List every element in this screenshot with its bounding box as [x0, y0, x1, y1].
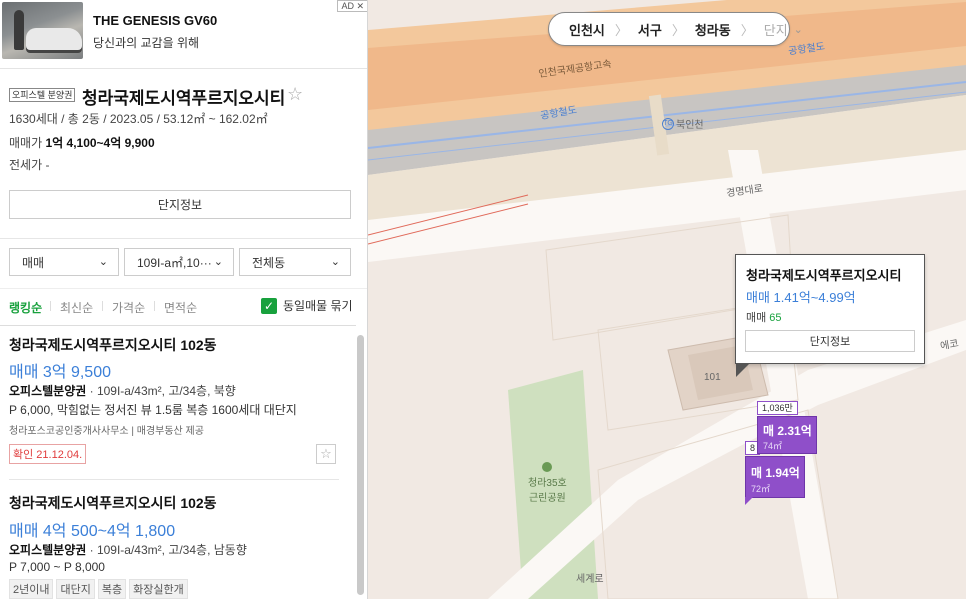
confirmed-date-badge: 확인 21.12.04.	[9, 444, 87, 464]
park-label: 청라35호 근린공원	[528, 462, 567, 504]
ad-banner[interactable]: THE GENESIS GV60 당신과의 교감을 위해 AD ✕	[0, 0, 367, 69]
deal-type-select[interactable]: 매매 ⌄	[9, 248, 119, 276]
listing-tags: 2년이내 대단지 복층 화장실한개	[9, 579, 188, 599]
chevron-down-icon[interactable]: ⌄	[794, 23, 803, 36]
road-label: 세계로	[576, 574, 604, 585]
listing-agent: 청라포스코공인중개사사무소 | 매경부동산 제공	[9, 426, 204, 437]
price-marker[interactable]: 8 매 1.94억 72㎡	[745, 441, 805, 505]
breadcrumb-complex[interactable]: 단지	[764, 20, 788, 39]
chevron-down-icon: ⌄	[213, 256, 223, 268]
marker-area: 74㎡	[763, 441, 783, 451]
listing-spec: 오피스텔분양권 · 109I-a/43m², 고/34층, 북향	[9, 382, 236, 399]
listing-spec: 오피스텔분양권 · 109I-a/43m², 고/34층, 남동향	[9, 541, 247, 558]
favorite-star-icon[interactable]: ☆	[287, 84, 303, 105]
complex-name: 청라국제도시역푸르지오시티	[82, 89, 286, 108]
sort-ranking[interactable]: 랭킹순	[9, 299, 42, 316]
popup-complex-info-button[interactable]: 단지정보	[745, 330, 915, 352]
area-value: 109I-a㎡,10···	[137, 255, 212, 270]
list-item[interactable]: 청라국제도시역푸르지오시티 102동 매매 3억 9,500 오피스텔분양권 ·…	[0, 326, 346, 476]
sale-price-range: 매매가 1억 4,100~4억 9,900	[9, 134, 155, 151]
listing-price: 매매 4억 500~4억 1,800	[9, 523, 176, 540]
listing-tag: 복층	[97, 579, 127, 599]
sale-price-label: 매매가	[9, 136, 46, 150]
group-same-listings-label: 동일매물 묶기	[283, 299, 353, 313]
listing-spec-detail: · 109I-a/43m², 고/34층, 북향	[86, 384, 236, 398]
sort-latest[interactable]: 최신순	[60, 299, 93, 316]
popup-count-value: 65	[769, 312, 782, 324]
filter-bar: 매매 ⌄ 109I-a㎡,10··· ⌄ 전체동 ⌄	[0, 238, 367, 288]
sort-area[interactable]: 면적순	[164, 299, 197, 316]
jeonse-price: 전세가 -	[9, 158, 50, 172]
marker-price: 매 2.31억	[763, 424, 812, 438]
breadcrumb-district[interactable]: 서구	[638, 20, 662, 39]
listing-title[interactable]: 청라국제도시역푸르지오시티 102동	[9, 493, 217, 513]
park-icon	[542, 462, 553, 472]
ad-subtitle[interactable]: 당신과의 교감을 위해	[93, 34, 199, 51]
popup-count-label: 매매	[746, 312, 770, 324]
listing-tag: 2년이내	[9, 579, 54, 599]
chevron-down-icon: ⌄	[330, 256, 340, 268]
listing-price: 매매 3억 9,500	[9, 364, 111, 381]
road-label: 에코	[939, 338, 960, 353]
chevron-right-icon: 〉	[614, 22, 628, 38]
chevron-right-icon: 〉	[671, 22, 685, 38]
ad-close-badge[interactable]: AD ✕	[337, 0, 367, 12]
marker-price: 매 1.94억	[751, 466, 800, 480]
group-same-listings-toggle[interactable]: ✓ 동일매물 묶기	[261, 297, 353, 314]
listing-favorite-icon[interactable]: ☆	[316, 444, 336, 464]
listing-title[interactable]: 청라국제도시역푸르지오시티 102동	[9, 335, 217, 355]
subway-station-icon: TG	[662, 117, 674, 130]
listing-tag: 대단지	[56, 579, 95, 599]
complex-popup[interactable]: 청라국제도시역푸르지오시티 매매 1.41억~4.99억 매매 65 단지정보	[735, 254, 925, 377]
marker-top-label: 1,036만	[757, 401, 798, 415]
checkbox-checked-icon[interactable]: ✓	[261, 297, 277, 314]
complex-info-button[interactable]: 단지정보	[9, 190, 351, 219]
listing-list: 청라국제도시역푸르지오시티 102동 매매 3억 9,500 오피스텔분양권 ·…	[0, 325, 356, 599]
listing-scrollbar[interactable]	[357, 335, 364, 595]
complex-meta: 1630세대 / 총 2동 / 2023.05 / 53.12㎡ ~ 162.0…	[9, 112, 268, 126]
region-breadcrumb[interactable]: 인천시 〉 서구 〉 청라동 〉 단지 ⌄	[548, 12, 803, 46]
listing-description: P 7,000 ~ P 8,000	[9, 560, 105, 574]
station-name: 북인천	[676, 120, 704, 131]
area-select[interactable]: 109I-a㎡,10··· ⌄	[124, 248, 234, 276]
popup-price-range: 매매 1.41억~4.99억	[746, 290, 856, 305]
list-item[interactable]: 청라국제도시역푸르지오시티 102동 매매 4억 500~4억 1,800 오피…	[0, 480, 346, 599]
chevron-right-icon: 〉	[740, 22, 754, 38]
park-name-line1: 청라35호	[528, 478, 567, 489]
station-label[interactable]: TG 북인천	[662, 116, 704, 131]
listing-type: 오피스텔분양권	[9, 384, 87, 398]
price-marker[interactable]: 1,036만 매 2.31억 74㎡	[757, 401, 817, 454]
deal-type-value: 매매	[22, 255, 45, 270]
dong-select[interactable]: 전체동 ⌄	[239, 248, 351, 276]
sort-bar: 랭킹순 최신순 가격순 면적순 ✓ 동일매물 묶기	[0, 288, 367, 324]
popup-complex-name: 청라국제도시역푸르지오시티	[746, 268, 902, 283]
chevron-down-icon: ⌄	[98, 256, 108, 268]
breadcrumb-city[interactable]: 인천시	[569, 20, 605, 39]
sort-price[interactable]: 가격순	[112, 299, 145, 316]
popup-listing-count: 매매 65	[746, 309, 782, 325]
ad-title[interactable]: THE GENESIS GV60	[93, 13, 217, 28]
listing-description: P 6,000, 막힘없는 정서진 뷰 1.5룸 복층 1600세대 대단지	[9, 403, 297, 417]
listing-tag: 화장실한개	[129, 579, 188, 599]
breadcrumb-dong[interactable]: 청라동	[695, 20, 731, 39]
listing-spec-detail: · 109I-a/43m², 고/34층, 남동향	[86, 543, 247, 557]
park-name-line2: 근린공원	[528, 493, 566, 504]
building-number-label: 101	[704, 372, 721, 383]
location-pin-icon	[559, 25, 567, 33]
ad-image[interactable]	[2, 2, 83, 59]
sale-price-value: 1억 4,100~4억 9,900	[45, 136, 155, 150]
marker-area: 72㎡	[751, 484, 771, 494]
listing-panel: THE GENESIS GV60 당신과의 교감을 위해 AD ✕ 오피스텔 분…	[0, 0, 368, 599]
property-type-tag: 오피스텔 분양권	[9, 88, 76, 102]
listing-type: 오피스텔분양권	[9, 543, 87, 557]
dong-value: 전체동	[252, 255, 286, 270]
